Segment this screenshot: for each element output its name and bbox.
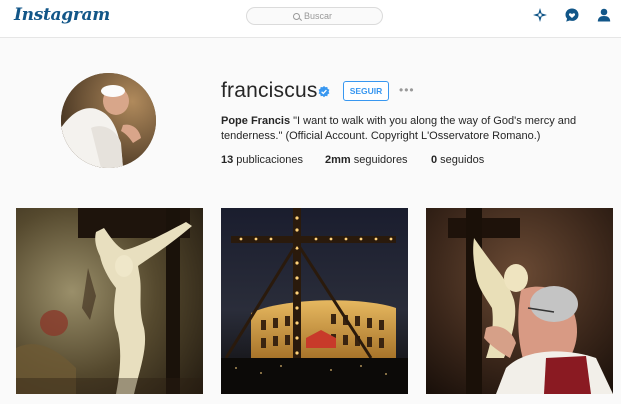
bio-full-name: Pope Francis	[221, 115, 291, 127]
instagram-logo[interactable]: Instagram	[14, 5, 110, 25]
post-thumbnail-pope-kissing-crucifix[interactable]	[426, 208, 613, 394]
follow-button[interactable]: SEGUIR	[343, 81, 389, 101]
search-icon	[293, 13, 300, 20]
post-thumbnail-colosseum[interactable]	[221, 208, 408, 394]
verified-badge-icon	[318, 86, 330, 98]
search-input[interactable]: Buscar	[246, 7, 383, 25]
post-thumbnail-crucifix[interactable]	[16, 208, 203, 394]
explore-icon[interactable]	[533, 8, 547, 22]
stat-followers-label: seguidores	[350, 154, 408, 166]
stat-following-label: seguidos	[437, 154, 485, 166]
stat-posts-label: publicaciones	[233, 154, 303, 166]
profile-username: franciscus	[221, 79, 318, 102]
more-options-button[interactable]: •••	[399, 83, 415, 97]
top-navigation-bar: Instagram Buscar	[0, 0, 621, 38]
profile-icon[interactable]	[597, 8, 611, 22]
stat-followers-count: 2mm	[325, 154, 351, 166]
profile-bio: Pope Francis "I want to walk with you al…	[221, 114, 581, 144]
search-placeholder: Buscar	[304, 11, 333, 21]
activity-icon[interactable]	[565, 8, 579, 22]
profile-avatar	[61, 73, 156, 168]
stat-posts-count: 13	[221, 154, 234, 166]
stat-followers[interactable]: 2mm seguidores	[325, 154, 408, 166]
stat-posts: 13 publicaciones	[221, 154, 303, 166]
stat-following[interactable]: 0 seguidos	[431, 154, 484, 166]
